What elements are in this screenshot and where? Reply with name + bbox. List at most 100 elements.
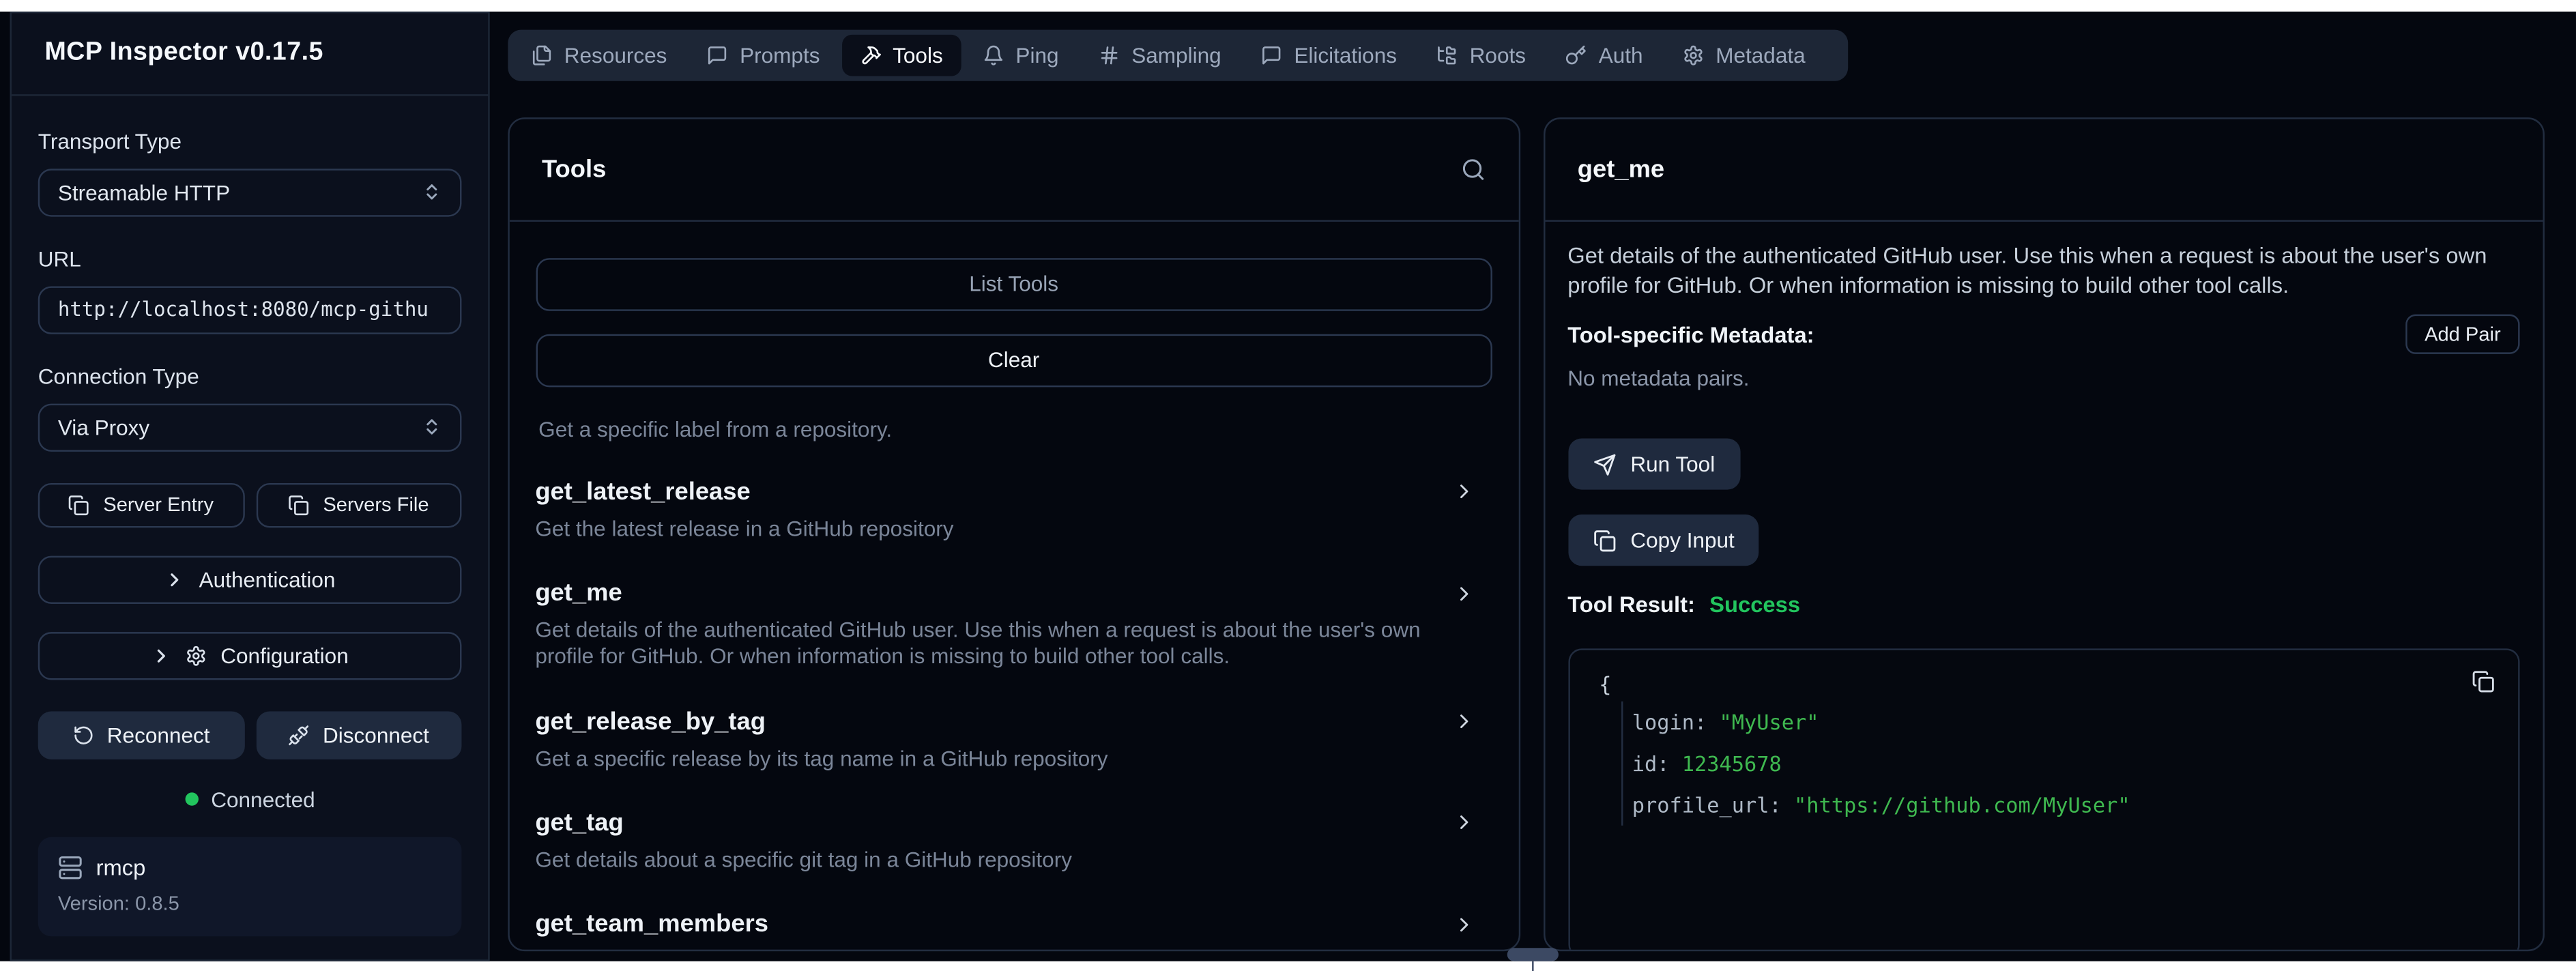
selected-tool-title: get_me — [1578, 156, 1664, 184]
tab-sampling[interactable]: Sampling — [1080, 34, 1239, 76]
key-icon — [1565, 44, 1587, 66]
tab-label: Sampling — [1131, 42, 1221, 67]
connected-label: Connected — [211, 787, 315, 811]
copy-result-button[interactable] — [2471, 671, 2494, 694]
chevron-right-icon — [1453, 912, 1476, 936]
detail-panel-body: Get details of the authenticated GitHub … — [1544, 221, 2542, 952]
connection-type-value: Via Proxy — [58, 414, 149, 439]
server-buttons-row: Server Entry Servers File — [38, 482, 462, 527]
json-open-brace: { — [1599, 671, 2491, 699]
run-tool-button[interactable]: Run Tool — [1567, 439, 1739, 490]
screen: MCP Inspector v0.17.5 Transport Type Str… — [0, 0, 2576, 971]
chevron-right-icon — [1453, 710, 1476, 733]
json-value: "https://github.com/MyUser" — [1794, 793, 2130, 817]
transport-type-label: Transport Type — [38, 128, 462, 153]
panel-resize-handle[interactable] — [1507, 948, 1558, 961]
tool-list-item[interactable]: get_tag Get details about a specific git… — [535, 807, 1492, 874]
chevron-right-icon — [164, 568, 186, 590]
connected-dot-icon — [184, 792, 197, 805]
mcp-inspector-app: MCP Inspector v0.17.5 Transport Type Str… — [0, 12, 2576, 960]
selected-tool-description: Get details of the authenticated GitHub … — [1567, 241, 2519, 300]
tab-prompts[interactable]: Prompts — [689, 34, 838, 76]
unplug-icon — [288, 724, 310, 746]
tab-ping[interactable]: Ping — [964, 34, 1077, 76]
tool-list-item[interactable]: get_team_members Get members of a specif… — [535, 908, 1492, 952]
connection-type-select[interactable]: Via Proxy — [38, 403, 462, 450]
metadata-row: Tool-specific Metadata: Add Pair — [1567, 317, 2519, 353]
url-input[interactable] — [38, 285, 462, 333]
hash-icon — [1099, 44, 1120, 66]
tool-name: get_latest_release — [535, 476, 750, 508]
chevron-right-icon — [1453, 581, 1476, 605]
tool-list-item[interactable]: get_release_by_tag Get a specific releas… — [535, 706, 1492, 772]
tool-actions: Run Tool Copy Input — [1567, 392, 2519, 566]
tool-name: get_me — [535, 577, 622, 609]
servers-file-button[interactable]: Servers File — [256, 482, 462, 527]
tab-resources[interactable]: Resources — [513, 34, 685, 76]
message-square-icon — [707, 44, 729, 66]
tools-list-panel: Tools List Tools Clear Get a specific la… — [507, 118, 1520, 952]
tab-metadata[interactable]: Metadata — [1664, 34, 1823, 76]
authentication-label: Authentication — [199, 566, 336, 591]
json-line: profile_url: "https://github.com/MyUser" — [1632, 785, 2491, 826]
tool-description: Get details about a specific git tag in … — [535, 847, 1492, 873]
disconnect-button[interactable]: Disconnect — [256, 710, 462, 758]
reconnect-button[interactable]: Reconnect — [38, 710, 244, 758]
run-tool-label: Run Tool — [1630, 452, 1715, 477]
gear-icon — [186, 644, 207, 666]
tools-panel-title: Tools — [542, 156, 606, 184]
top-nav: Resources Prompts Tools Ping Sampling El… — [508, 29, 1848, 80]
tab-label: Roots — [1470, 42, 1526, 67]
message-square-icon — [1261, 44, 1283, 66]
authentication-toggle[interactable]: Authentication — [38, 555, 462, 603]
reconnect-label: Reconnect — [107, 722, 210, 747]
json-line: login: "MyUser" — [1632, 702, 2491, 744]
hammer-icon — [860, 44, 882, 66]
url-label: URL — [38, 246, 462, 270]
tool-result-line: Tool Result: Success — [1567, 593, 2519, 620]
configuration-toggle[interactable]: Configuration — [38, 631, 462, 679]
copy-input-button[interactable]: Copy Input — [1567, 515, 1759, 566]
tool-result-status: Success — [1709, 593, 1800, 618]
configuration-label: Configuration — [220, 643, 348, 667]
tool-name: get_team_members — [535, 908, 768, 940]
app-title: MCP Inspector v0.17.5 — [44, 38, 323, 68]
connection-type-label: Connection Type — [38, 363, 462, 388]
server-entry-button[interactable]: Server Entry — [38, 482, 244, 527]
tool-description: Get details of the authenticated GitHub … — [535, 617, 1492, 671]
search-button[interactable] — [1461, 157, 1486, 182]
list-tools-button[interactable]: List Tools — [535, 258, 1492, 311]
json-value: "MyUser" — [1720, 710, 1819, 735]
json-key: profile_url: — [1632, 793, 1782, 817]
copy-icon — [2471, 671, 2494, 694]
tab-auth[interactable]: Auth — [1548, 34, 1662, 76]
tab-label: Metadata — [1716, 42, 1805, 67]
disconnect-label: Disconnect — [323, 722, 429, 747]
tab-label: Resources — [564, 42, 667, 67]
tab-tools[interactable]: Tools — [841, 34, 961, 76]
json-value: "Nothing Spring" — [1715, 948, 1914, 952]
tab-label: Tools — [893, 42, 943, 67]
tool-list-item[interactable]: get_latest_release Get the latest releas… — [535, 476, 1492, 543]
tool-list-item[interactable]: get_me Get details of the authenticated … — [535, 577, 1492, 671]
tool-description-clipped: Get a specific label from a repository. — [538, 416, 1489, 441]
send-icon — [1593, 453, 1616, 476]
server-version: Version: 0.8.5 — [58, 891, 442, 914]
transport-type-value: Streamable HTTP — [58, 179, 230, 204]
copy-icon — [288, 494, 310, 516]
servers-file-label: Servers File — [323, 493, 429, 517]
tab-label: Elicitations — [1294, 42, 1397, 67]
add-pair-button[interactable]: Add Pair — [2406, 315, 2519, 354]
tab-roots[interactable]: Roots — [1419, 34, 1544, 76]
result-json-viewer: { login: "MyUser" id: 12345678 — [1567, 649, 2519, 952]
sidebar-body: Transport Type Streamable HTTP URL Conne… — [12, 95, 488, 936]
transport-type-select[interactable]: Streamable HTTP — [38, 168, 462, 216]
tool-detail-panel: get_me Get details of the authenticated … — [1543, 118, 2544, 952]
gear-icon — [1683, 44, 1705, 66]
tool-description: Get a specific release by its tag name i… — [535, 745, 1492, 772]
server-name: rmcp — [96, 854, 146, 879]
tab-elicitations[interactable]: Elicitations — [1243, 34, 1415, 76]
tools-panel-header: Tools — [509, 119, 1519, 221]
connection-buttons-row: Reconnect Disconnect — [38, 710, 462, 758]
clear-button[interactable]: Clear — [535, 334, 1492, 387]
